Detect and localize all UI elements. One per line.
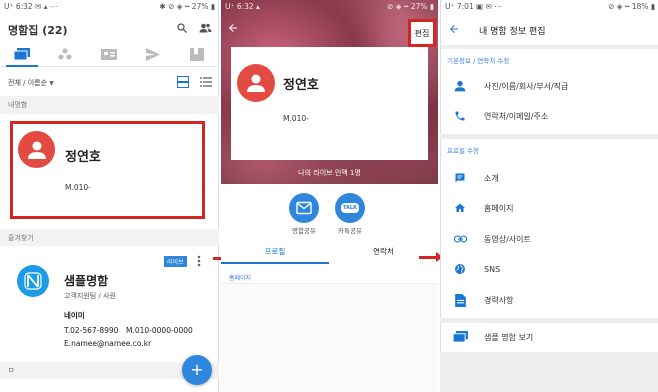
kakao-share-button[interactable]: TALK	[335, 193, 365, 223]
tab-bar: 프로필 연락처	[221, 240, 438, 264]
flow-arrow	[419, 252, 443, 262]
link-icon	[449, 235, 471, 243]
menu-item-photo-name[interactable]: 사진/이름/회사/부서/직급	[440, 71, 658, 101]
back-arrow-icon[interactable]	[227, 22, 239, 34]
menu-item-label: SNS	[484, 264, 501, 274]
edit-label: 편집	[414, 28, 430, 38]
mail-share-icon	[296, 201, 312, 215]
document-icon	[449, 293, 471, 307]
card-title: 샘플명함	[64, 274, 109, 288]
person-icon	[449, 80, 471, 92]
menu-item-intro[interactable]: 소개	[440, 163, 658, 193]
phone-icon	[449, 110, 471, 122]
my-card-section-label: 내명함	[8, 101, 28, 109]
screen-card-list: U⁺ 6:32 ✉ ▴ ⋯ ✱ ⊘ ◈ ╍ 27% ▮ 명함집 (22) 전체 …	[0, 0, 219, 392]
globe-icon	[449, 263, 471, 275]
status-right: ✱ ⊘ ◈ ╍ 27% ▮	[159, 2, 215, 11]
share-card-button[interactable]	[289, 193, 319, 223]
section-header: 내명함	[0, 96, 219, 114]
page-title: 명함집 (22)	[8, 24, 68, 37]
menu-item-label: 홈페이지	[484, 203, 514, 213]
status-bar: U⁺ 7:01 ▣ ✉ ⋯ ⊘ ◈ ╍ 18% ▮	[441, 0, 658, 13]
basic-info-section-label: 기본정보 / 연락처 수정	[447, 57, 510, 65]
highlight-box	[10, 121, 205, 219]
sort-dropdown[interactable]: 전체 / 이름순 ▼	[8, 78, 54, 88]
empty-area	[440, 352, 658, 392]
status-bar: U⁺ 6:32 ▴ ⊘ ◈ ╍ 27% ▮	[221, 0, 438, 13]
list-view-icon[interactable]	[200, 76, 212, 88]
status-left: U⁺ 6:32 ✉ ▴ ⋯	[4, 2, 58, 11]
back-arrow-icon[interactable]	[448, 23, 460, 35]
profile-section-label: 프로필 수정	[447, 147, 479, 155]
menu-item-sns[interactable]: SNS	[440, 254, 658, 284]
tab-indicator	[6, 65, 38, 67]
section-divider	[440, 134, 658, 139]
sort-label: 전체 / 이름순	[8, 79, 48, 87]
tab-indicator	[221, 262, 329, 264]
search-icon[interactable]	[176, 22, 188, 34]
screen-my-card: U⁺ 6:32 ▴ ⊘ ◈ ╍ 27% ▮ 편집 정연호 M.010- 나의 라…	[221, 0, 438, 392]
menu-item-label: 소개	[484, 173, 499, 183]
group-tab-icon[interactable]	[58, 48, 72, 61]
favorites-section-label: 즐겨찾기	[8, 234, 34, 242]
chat-icon	[449, 172, 471, 184]
card-phone: M.010-	[283, 114, 309, 123]
card-company: 네이미	[64, 311, 85, 320]
add-card-fab[interactable]: +	[182, 355, 212, 385]
edit-button[interactable]: 편집	[408, 19, 436, 47]
send-tab-icon[interactable]	[146, 48, 160, 61]
card-name: 정연호	[283, 78, 319, 93]
home-icon	[449, 202, 471, 214]
menu-item-label: 동영상/사이트	[484, 234, 531, 244]
person-icon	[247, 74, 265, 92]
card-tel: T.02-567-8990	[64, 326, 119, 335]
tab-profile[interactable]: 프로필	[221, 246, 329, 257]
menu-item-label: 연락처/이메일/주소	[484, 111, 549, 121]
bookmark-tab-icon[interactable]	[190, 48, 204, 61]
status-bar: U⁺ 6:32 ✉ ▴ ⋯ ✱ ⊘ ◈ ╍ 27% ▮	[0, 0, 219, 13]
header-divider	[441, 45, 658, 49]
status-right: ⊘ ◈ ╍ 18% ▮	[608, 2, 655, 11]
index-letter: ㅁ	[8, 366, 15, 374]
menu-item-video-site[interactable]: 동영상/사이트	[440, 224, 658, 254]
menu-item-label: 샘플 명함 보기	[484, 332, 534, 342]
status-left: U⁺ 6:32 ▴	[225, 2, 260, 11]
menu-item-view-sample[interactable]: 샘플 명함 보기	[440, 322, 658, 352]
avatar	[237, 64, 275, 102]
status-left: U⁺ 7:01 ▣ ✉ ⋯	[445, 2, 502, 11]
page-title: 내 명함 정보 편집	[479, 27, 546, 37]
tab-bar	[0, 43, 219, 67]
live-badge: 라이브	[164, 256, 187, 267]
grid-view-icon[interactable]	[177, 76, 189, 88]
talk-bubble-icon: TALK	[341, 203, 359, 213]
dropdown-arrow-icon: ▼	[49, 80, 54, 87]
menu-item-label: 경력사항	[484, 295, 514, 305]
content-area	[221, 283, 438, 392]
card-email: E.namee@namee.co.kr	[64, 339, 152, 348]
section-header: 즐겨찾기	[0, 229, 219, 246]
kakao-share-label: 카톡공유	[338, 227, 362, 235]
status-right: ⊘ ◈ ╍ 27% ▮	[387, 2, 434, 11]
menu-item-homepage[interactable]: 홈페이지	[440, 193, 658, 223]
my-card-preview[interactable]: 정연호 M.010-	[231, 47, 428, 160]
homepage-label: 홈페이지	[229, 275, 252, 282]
menu-item-contact[interactable]: 연락처/이메일/주소	[440, 101, 658, 131]
add-person-icon[interactable]	[199, 22, 212, 34]
menu-item-career[interactable]: 경력사항	[440, 285, 658, 315]
more-icon[interactable]	[197, 255, 201, 267]
company-logo	[17, 265, 49, 297]
live-network-count[interactable]: 나의 라이브 인맥 1명	[221, 168, 438, 178]
card-mobile: M.010-0000-0000	[126, 326, 193, 335]
cards-tab-icon[interactable]	[14, 48, 30, 61]
menu-item-label: 사진/이름/회사/부서/직급	[484, 81, 569, 91]
favorite-card[interactable]: 라이브 샘플명함 고객지원팀 / 사원 네이미 T.02-567-8990 M.…	[9, 248, 210, 358]
cards-icon	[449, 331, 471, 343]
share-card-label: 명함공유	[292, 227, 316, 235]
nfc-logo-icon	[24, 272, 42, 290]
card-view-tab-icon[interactable]	[101, 48, 117, 61]
plus-icon: +	[190, 360, 204, 379]
card-subtitle: 고객지원팀 / 사원	[64, 292, 116, 300]
